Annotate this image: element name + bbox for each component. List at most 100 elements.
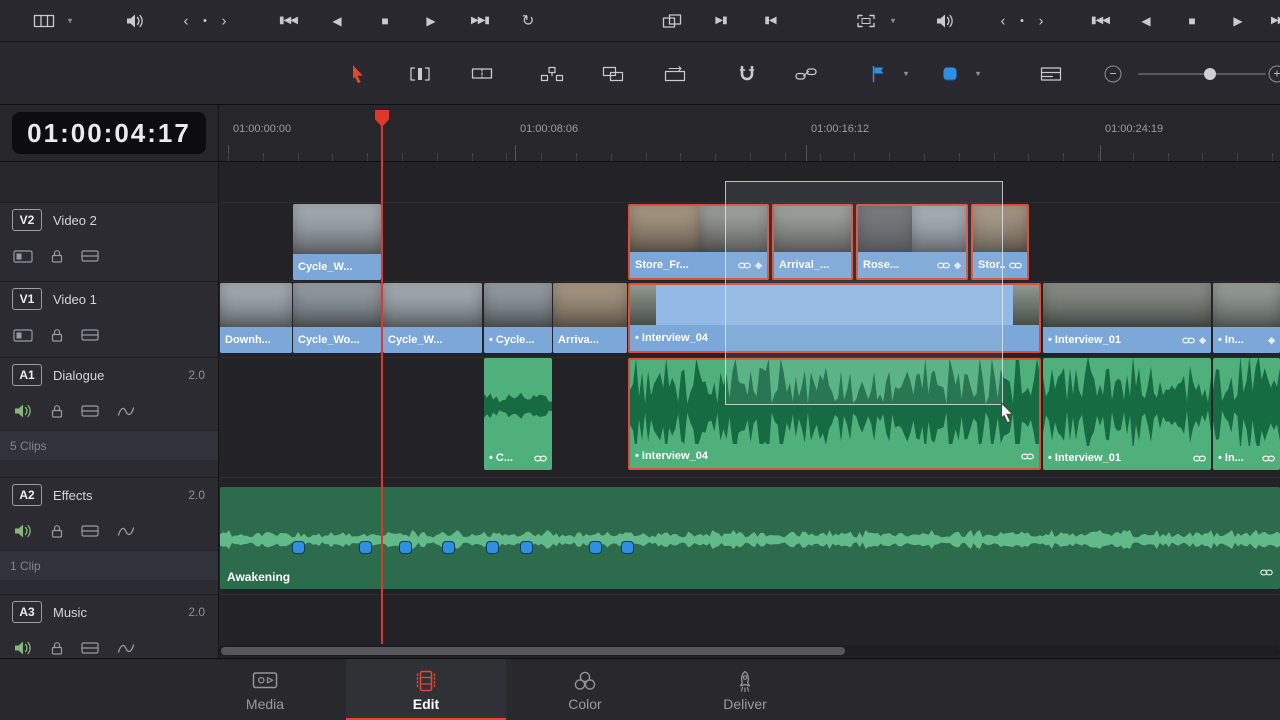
track-id[interactable]: V2 — [12, 209, 42, 231]
timeline-viewer-mode[interactable] — [856, 13, 876, 28]
video-clip[interactable]: Cycle_Wo... — [293, 283, 381, 353]
nav-label: Media — [245, 695, 285, 712]
audio-clip[interactable]: Awakening — [220, 487, 1280, 589]
source-go-to-start[interactable]: ▮◀◀ — [279, 15, 298, 26]
source-viewer-mode-chevron[interactable]: ▾ — [68, 16, 73, 25]
source-play[interactable]: ▶ — [426, 15, 435, 27]
zoom-slider[interactable] — [1138, 67, 1266, 81]
timeline-marker[interactable] — [360, 542, 371, 553]
timeline-marker[interactable] — [521, 542, 532, 553]
marker-button-chevron[interactable]: ▾ — [976, 69, 981, 78]
video-clip[interactable]: Cycle_W... — [293, 204, 381, 280]
flag-button[interactable] — [871, 65, 885, 82]
razor-tool[interactable] — [471, 66, 493, 81]
source-stop[interactable]: ■ — [381, 15, 388, 27]
automation-curve-icon[interactable] — [117, 526, 135, 537]
source-go-to-end[interactable]: ▶▶▮ — [471, 15, 490, 26]
track-id[interactable]: A1 — [12, 364, 42, 386]
timeline-scrollbar[interactable] — [219, 645, 1280, 656]
scrollbar-thumb[interactable] — [221, 646, 845, 655]
speaker-icon[interactable] — [13, 640, 33, 656]
auto-select-icon[interactable] — [81, 405, 99, 417]
lock-icon[interactable] — [51, 404, 63, 418]
source-jog-dot[interactable]: ● — [203, 17, 207, 24]
video-clip[interactable]: • In... ◆ — [1213, 283, 1280, 353]
link-clips-toggle[interactable] — [795, 67, 817, 80]
timeline-marker[interactable] — [622, 542, 633, 553]
clip-thumbnail — [293, 204, 381, 254]
auto-select-icon[interactable] — [81, 329, 99, 341]
track-header-video-1: V1 Video 1 — [0, 281, 218, 357]
timeline-viewer-mode-chevron[interactable]: ▾ — [891, 16, 896, 25]
nav-label: Deliver — [723, 695, 767, 712]
auto-select-icon[interactable] — [81, 250, 99, 262]
trim-edit-tool[interactable] — [409, 66, 431, 82]
flag-button-chevron[interactable]: ▾ — [904, 69, 909, 78]
video-clip[interactable]: • Cycle... — [484, 283, 552, 353]
snapping-toggle[interactable] — [738, 65, 756, 82]
video-clip[interactable]: Downh... — [220, 283, 292, 353]
source-jog-back[interactable]: ‹ — [184, 13, 189, 28]
audio-clip[interactable]: • Interview_01 — [1043, 358, 1211, 470]
zoom-out-button[interactable]: − — [1104, 65, 1122, 82]
marker-button[interactable] — [943, 67, 957, 80]
nav-tab-color[interactable]: Color — [505, 659, 665, 720]
lock-icon[interactable] — [51, 328, 63, 342]
zoom-in-button[interactable]: + — [1268, 65, 1280, 82]
nav-tab-edit[interactable]: Edit — [346, 659, 506, 720]
source-step-back[interactable]: ◀ — [332, 15, 341, 27]
insert-clip-button[interactable] — [540, 66, 564, 82]
track-id[interactable]: A3 — [12, 601, 42, 623]
timeline-marker[interactable] — [400, 542, 411, 553]
timeline-volume[interactable] — [935, 13, 955, 29]
auto-select-icon[interactable] — [81, 642, 99, 654]
overwrite-clip-button[interactable] — [602, 66, 624, 82]
audio-clip[interactable]: • In... — [1213, 358, 1280, 470]
clip-thumbnail — [1213, 283, 1280, 327]
timeline-go-to-end[interactable]: ▶▶▮ — [1271, 15, 1280, 26]
timeline-marker[interactable] — [487, 542, 498, 553]
destination-icon[interactable] — [13, 328, 33, 342]
automation-curve-icon[interactable] — [117, 406, 135, 417]
transition-icon: ◆ — [1199, 334, 1206, 345]
timeline-marker[interactable] — [443, 542, 454, 553]
track-name-row: A3 Music 2.0 — [0, 595, 218, 629]
video-clip[interactable]: Cycle_W... — [383, 283, 482, 353]
source-volume[interactable] — [125, 13, 145, 29]
nav-tab-media[interactable]: Media — [185, 659, 345, 720]
loop-playback[interactable]: ↻ — [522, 13, 535, 28]
timeline-go-to-start[interactable]: ▮◀◀ — [1091, 15, 1110, 26]
video-clip[interactable]: Arriva... — [553, 283, 627, 353]
speaker-icon[interactable] — [13, 523, 33, 539]
track-id[interactable]: A2 — [12, 484, 42, 506]
track-id[interactable]: V1 — [12, 288, 42, 310]
video-clip[interactable]: • Interview_01 ◆ — [1043, 283, 1211, 353]
timeline-step-back[interactable]: ◀ — [1141, 15, 1150, 27]
playhead[interactable] — [381, 112, 383, 644]
source-viewer-mode[interactable] — [33, 13, 55, 29]
selection-tool[interactable] — [351, 64, 366, 83]
timeline-stop[interactable]: ■ — [1188, 15, 1195, 27]
match-frame[interactable] — [662, 13, 682, 28]
timeline-play[interactable]: ▶ — [1233, 15, 1242, 27]
source-jog-forward[interactable]: › — [222, 13, 227, 28]
nav-tab-deliver[interactable]: Deliver — [665, 659, 825, 720]
destination-icon[interactable] — [13, 249, 33, 263]
auto-select-icon[interactable] — [81, 525, 99, 537]
timeline-view-options[interactable] — [1040, 66, 1062, 81]
lock-icon[interactable] — [51, 641, 63, 655]
go-next-edit[interactable]: ▶▮ — [715, 15, 727, 26]
replace-clip-button[interactable] — [664, 65, 686, 82]
timeline-jog-forward[interactable]: › — [1039, 13, 1044, 28]
speaker-icon[interactable] — [13, 403, 33, 419]
go-prev-edit[interactable]: ▮◀ — [764, 15, 776, 26]
timeline-marker[interactable] — [590, 542, 601, 553]
lock-icon[interactable] — [51, 249, 63, 263]
audio-clip[interactable]: • C... — [484, 358, 552, 470]
lock-icon[interactable] — [51, 524, 63, 538]
automation-curve-icon[interactable] — [117, 643, 135, 654]
timeline-marker[interactable] — [293, 542, 304, 553]
timeline-jog-back[interactable]: ‹ — [1001, 13, 1006, 28]
zoom-slider-handle[interactable] — [1204, 67, 1216, 80]
timeline-jog-dot[interactable]: ● — [1020, 17, 1024, 24]
